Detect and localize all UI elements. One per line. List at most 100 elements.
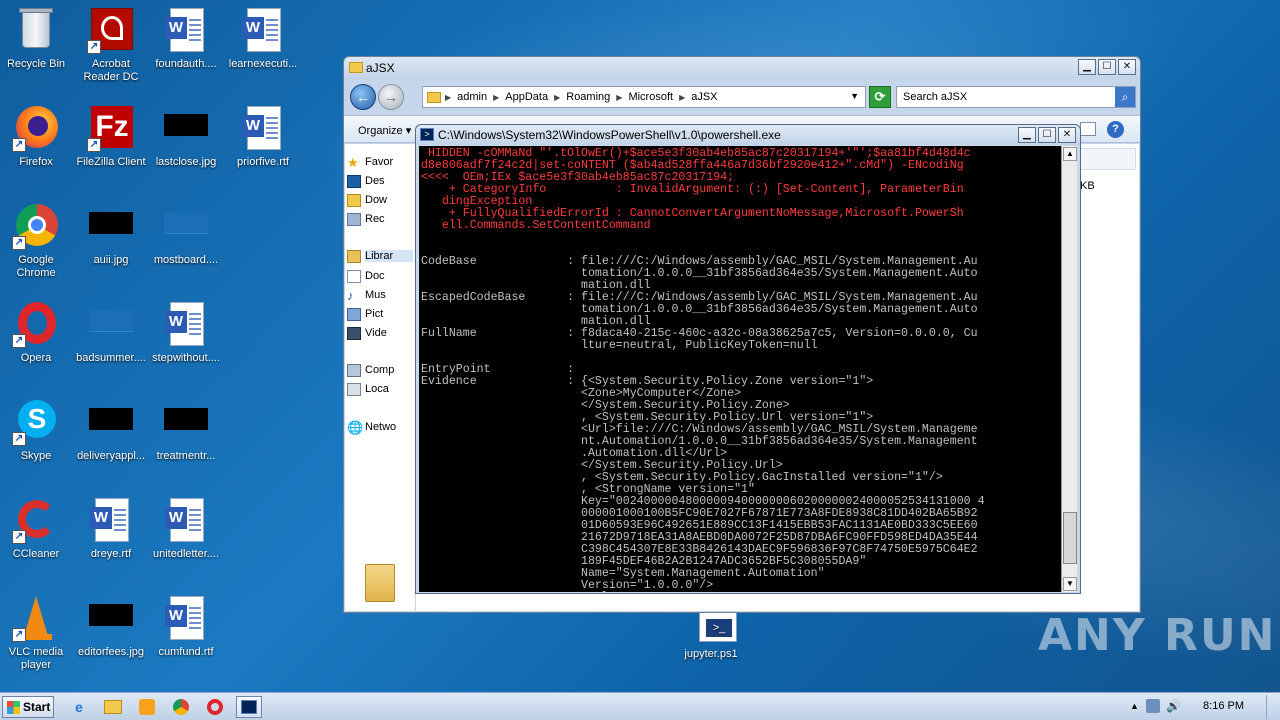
desktop-icon-stepwithout[interactable]: W stepwithout.... — [148, 300, 224, 365]
powershell-title: C:\Windows\System32\WindowsPowerShell\v1… — [438, 128, 781, 142]
refresh-button[interactable]: ⟳ — [869, 86, 891, 108]
scrollbar-thumb[interactable] — [1063, 512, 1077, 564]
desktop-icon-acrobat[interactable]: ↗ Acrobat Reader DC — [73, 6, 149, 84]
chevron-right-icon[interactable]: ▶ — [493, 93, 499, 102]
nav-computer[interactable]: Comp — [347, 364, 394, 377]
breadcrumb-admin[interactable]: admin — [457, 91, 487, 103]
desktop-icon-label: dreye.rtf — [90, 548, 132, 560]
organize-button[interactable]: Organize ▾ — [358, 124, 411, 137]
desktop-icon-recycle-bin[interactable]: Recycle Bin — [0, 6, 74, 71]
media-player-icon[interactable] — [134, 696, 160, 718]
desktop-icon-label: lastclose.jpg — [155, 156, 217, 168]
powershell-window[interactable]: > C:\Windows\System32\WindowsPowerShell\… — [415, 124, 1081, 594]
clock[interactable]: 8:16 PM — [1203, 700, 1244, 712]
ccleaner-icon: ↗ — [12, 496, 60, 544]
nav-recent[interactable]: Rec — [347, 213, 385, 226]
desktop-icon-unitedletter[interactable]: W unitedletter.... — [148, 496, 224, 561]
nav-network[interactable]: 🌐 Netwo — [347, 421, 396, 434]
desktop-icon-treatmentr[interactable]: treatmentr... — [148, 398, 224, 463]
chevron-right-icon[interactable]: ▶ — [616, 93, 622, 102]
chevron-right-icon[interactable]: ▶ — [554, 93, 560, 102]
minimize-button[interactable]: ▁ — [1018, 127, 1036, 143]
preview-pane-icon[interactable] — [1080, 122, 1096, 136]
documents-icon — [347, 270, 361, 283]
desktop-icon-auii-jpg[interactable]: auii.jpg — [73, 202, 149, 267]
close-button[interactable]: ✕ — [1058, 127, 1076, 143]
pictures-icon — [347, 308, 361, 321]
desktop-icon-dreye-rtf[interactable]: W dreye.rtf — [73, 496, 149, 561]
network-tray-icon[interactable] — [1146, 699, 1160, 713]
desktop-icon-foundauth[interactable]: W foundauth.... — [148, 6, 224, 71]
desktop-icon-opera[interactable]: ↗ Opera — [0, 300, 74, 365]
show-hidden-icons-icon[interactable]: ▲ — [1130, 701, 1139, 711]
search-input[interactable]: Search aJSX ⌕ — [896, 86, 1136, 108]
desktop-icon-cumfund[interactable]: W cumfund.rtf — [148, 594, 224, 659]
nav-libraries[interactable]: Librar — [347, 250, 413, 263]
nav-pictures[interactable]: Pict — [347, 308, 383, 321]
word-document-icon: W — [239, 104, 287, 152]
maximize-button[interactable]: ☐ — [1038, 127, 1056, 143]
start-button[interactable]: Start — [2, 696, 54, 718]
forward-button[interactable]: → — [378, 84, 404, 110]
minimize-button[interactable]: ▁ — [1078, 59, 1096, 75]
desktop-icon-vlc[interactable]: ↗ VLC media player — [0, 594, 74, 672]
desktop-icon-lastclose[interactable]: lastclose.jpg — [148, 104, 224, 169]
chevron-down-icon[interactable]: ▼ — [850, 91, 859, 101]
maximize-button[interactable]: ☐ — [1098, 59, 1116, 75]
console-scrollbar[interactable]: ▲ ▼ — [1061, 146, 1077, 592]
scroll-down-icon[interactable]: ▼ — [1063, 577, 1077, 591]
nav-desktop[interactable]: Des — [347, 175, 385, 188]
powershell-taskbar-button[interactable] — [236, 696, 262, 718]
chrome-taskbar-icon[interactable] — [168, 696, 194, 718]
desktop-icon-firefox[interactable]: ↗ Firefox — [0, 104, 74, 169]
help-icon[interactable]: ? — [1107, 121, 1124, 138]
desktop-icon-badsummer[interactable]: badsummer.... — [73, 300, 149, 365]
console-line: lture=neutral, PublicKeyToken=null — [421, 339, 818, 352]
desktop-icon-skype[interactable]: S ↗ Skype — [0, 398, 74, 463]
nav-music[interactable]: ♪ Mus — [347, 289, 386, 302]
column-header[interactable] — [1076, 148, 1136, 170]
breadcrumb-appdata[interactable]: AppData — [505, 91, 548, 103]
address-bar[interactable]: ▶ admin ▶ AppData ▶ Roaming ▶ Microsoft … — [422, 86, 866, 108]
powershell-titlebar[interactable]: > C:\Windows\System32\WindowsPowerShell\… — [416, 125, 1080, 145]
word-document-icon: W — [162, 496, 210, 544]
scroll-up-icon[interactable]: ▲ — [1063, 147, 1077, 161]
show-desktop-button[interactable] — [1266, 695, 1278, 719]
desktop-icon-label: Google Chrome — [16, 254, 56, 279]
breadcrumb-ajsx[interactable]: aJSX — [691, 91, 717, 103]
nav-local-disk[interactable]: Loca — [347, 383, 389, 396]
search-icon[interactable]: ⌕ — [1115, 87, 1135, 107]
desktop-icon-label: cumfund.rtf — [158, 646, 214, 658]
chevron-right-icon[interactable]: ▶ — [445, 93, 451, 102]
anyrun-watermark: ANY RUN — [1038, 610, 1277, 661]
shortcut-arrow-icon: ↗ — [12, 236, 26, 250]
chevron-right-icon[interactable]: ▶ — [679, 93, 685, 102]
nav-documents[interactable]: Doc — [347, 270, 385, 283]
breadcrumb-microsoft[interactable]: Microsoft — [628, 91, 673, 103]
explorer-titlebar[interactable]: aJSX ▁ ☐ ✕ — [344, 57, 1140, 79]
internet-explorer-icon[interactable]: e — [66, 696, 92, 718]
shortcut-arrow-icon: ↗ — [12, 138, 26, 152]
libraries-icon — [347, 250, 361, 263]
desktop-icon-priorfive[interactable]: W priorfive.rtf — [225, 104, 301, 169]
breadcrumb-roaming[interactable]: Roaming — [566, 91, 610, 103]
desktop-icon-deliveryappl[interactable]: deliveryappl... — [73, 398, 149, 463]
search-placeholder: Search aJSX — [903, 91, 968, 103]
opera-taskbar-icon[interactable] — [202, 696, 228, 718]
taskbar: Start e ▲ 🔊 8:16 PM — [0, 692, 1280, 720]
desktop-icon-editorfees[interactable]: editorfees.jpg — [73, 594, 149, 659]
desktop-icon-google-chrome[interactable]: ↗ Google Chrome — [0, 202, 74, 280]
desktop-icon-ccleaner[interactable]: ↗ CCleaner — [0, 496, 74, 561]
desktop-icon-jupyter-ps1[interactable]: >_ jupyter.ps1 — [673, 612, 749, 661]
console-output[interactable]: HIDDEN -cOMMaNd "'.tOlOwEr()+$ace5e3f30a… — [419, 146, 1062, 592]
nav-videos[interactable]: Vide — [347, 327, 387, 340]
volume-icon[interactable]: 🔊 — [1166, 699, 1181, 713]
desktop-icon-mostboard[interactable]: mostboard.... — [148, 202, 224, 267]
close-button[interactable]: ✕ — [1118, 59, 1136, 75]
desktop-icon-learnexecuti[interactable]: W learnexecuti... — [225, 6, 301, 71]
nav-downloads[interactable]: Dow — [347, 194, 387, 207]
file-explorer-taskbar-icon[interactable] — [100, 696, 126, 718]
desktop-icon-filezilla[interactable]: Fz ↗ FileZilla Client — [73, 104, 149, 169]
nav-favorites[interactable]: ★ Favor — [347, 156, 393, 169]
back-button[interactable]: ← — [350, 84, 376, 110]
